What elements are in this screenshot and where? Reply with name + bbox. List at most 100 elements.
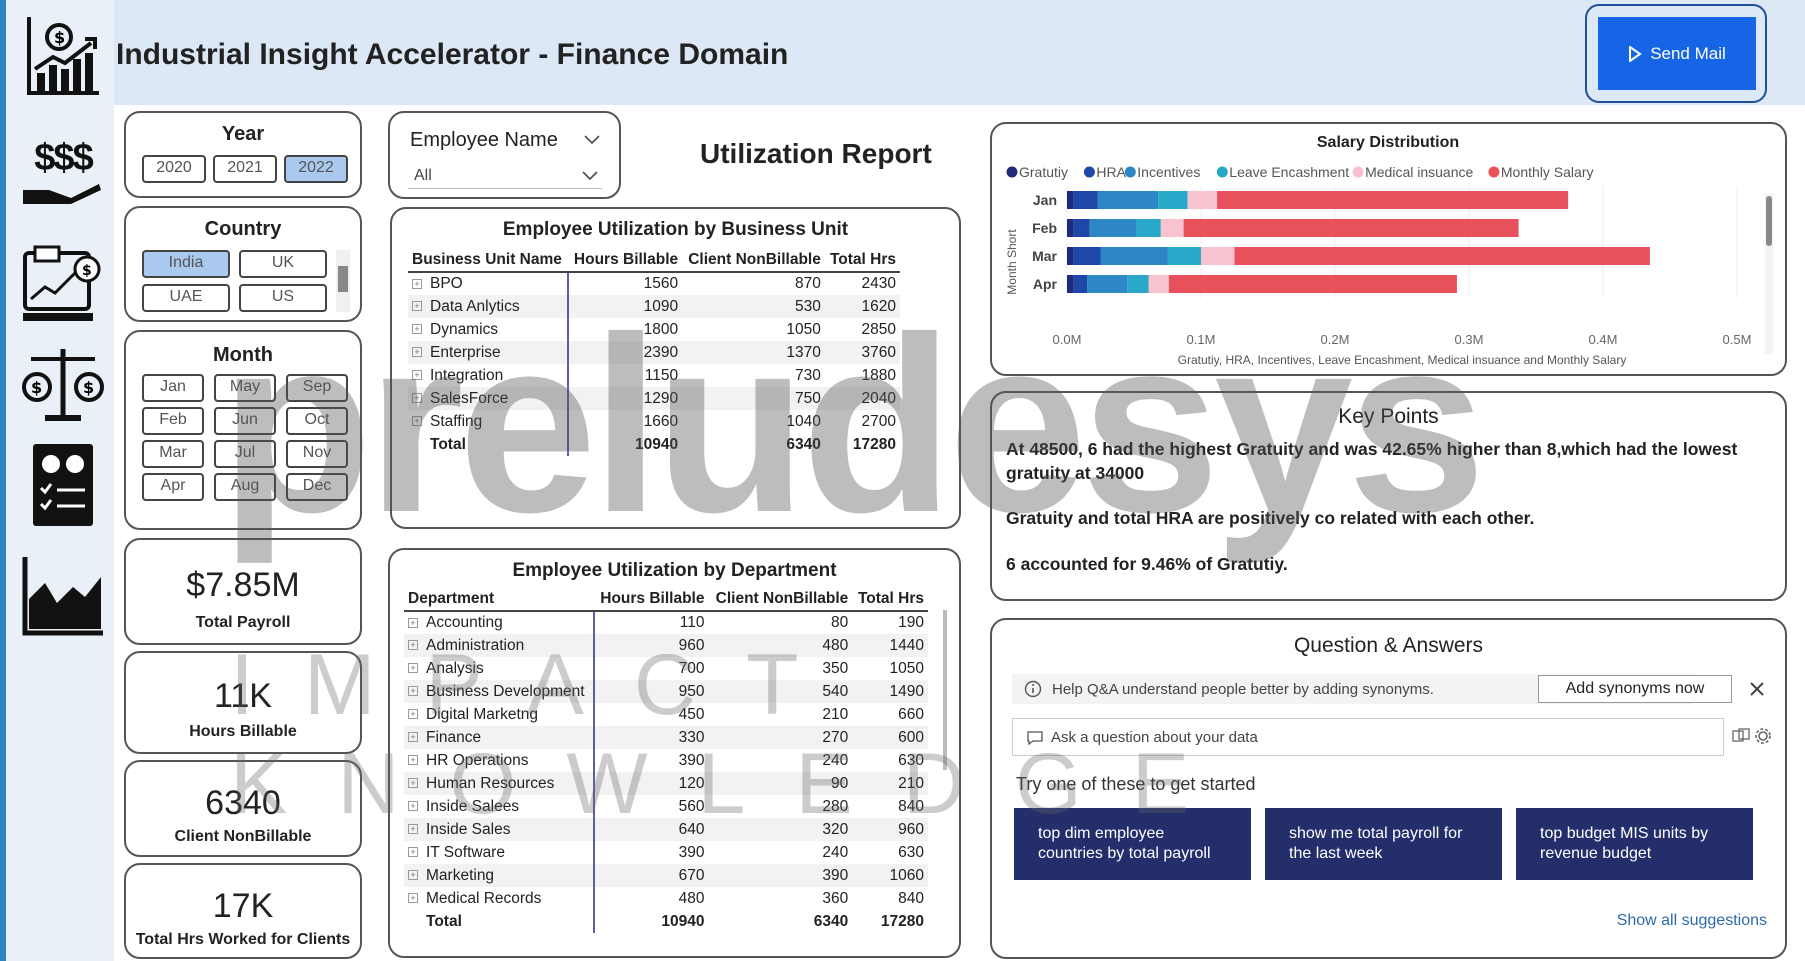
expand-icon[interactable]: + [412, 370, 422, 381]
table-row[interactable]: + Business Development 950 540 1490 [404, 680, 928, 703]
expand-icon[interactable]: + [408, 709, 418, 720]
table-row[interactable]: + Staffing 1660 1040 2700 [408, 410, 900, 433]
month-option-feb[interactable]: Feb [142, 407, 204, 435]
month-option-jan[interactable]: Jan [142, 374, 204, 402]
col-header[interactable]: Hours Billable [593, 588, 709, 612]
month-option-apr[interactable]: Apr [142, 473, 204, 501]
table-row[interactable]: + Administration 960 480 1440 [404, 634, 928, 657]
expand-icon[interactable]: + [412, 278, 422, 289]
expand-icon[interactable]: + [408, 778, 418, 789]
month-option-aug[interactable]: Aug [214, 473, 276, 501]
country-option-uk[interactable]: UK [239, 250, 327, 278]
col-header[interactable]: Total Hrs [824, 249, 900, 273]
table-row[interactable]: + Human Resources 120 90 210 [404, 772, 928, 795]
report-screen-icon[interactable]: $ [18, 240, 108, 330]
country-option-india[interactable]: India [142, 250, 230, 278]
close-icon[interactable] [1749, 681, 1765, 697]
expand-icon[interactable]: + [412, 393, 422, 404]
expand-icon[interactable]: + [408, 663, 418, 674]
table-row[interactable]: + Inside Sales 640 320 960 [404, 818, 928, 841]
expand-icon[interactable]: + [412, 416, 422, 427]
finance-chart-icon[interactable]: $ [18, 8, 108, 98]
col-header[interactable]: Business Unit Name [408, 249, 569, 273]
expand-icon[interactable]: + [412, 347, 422, 358]
bar-segment [1073, 275, 1088, 293]
row-label-cell: + BPO [408, 272, 570, 295]
employee-name-select[interactable]: All [408, 163, 602, 189]
table-row[interactable]: + Finance 330 270 600 [404, 726, 928, 749]
balance-scale-icon[interactable]: $ $ [18, 338, 108, 428]
bar-segment [1073, 219, 1090, 237]
total-label: Total [408, 433, 570, 456]
chat-icon [1027, 731, 1043, 745]
qa-suggestion-1[interactable]: top dim employee countries by total payr… [1014, 808, 1251, 880]
month-option-jun[interactable]: Jun [214, 407, 276, 435]
dept-scrollbar[interactable] [940, 594, 950, 942]
expand-icon[interactable]: + [408, 732, 418, 743]
money-hand-icon[interactable]: $$$ [18, 128, 108, 218]
expand-icon[interactable]: + [408, 617, 418, 628]
table-row[interactable]: + Integration 1150 730 1880 [408, 364, 900, 387]
table-row[interactable]: + HR Operations 390 240 630 [404, 749, 928, 772]
year-option-2021[interactable]: 2021 [213, 155, 277, 183]
bar-segment [1067, 219, 1074, 237]
month-option-jul[interactable]: Jul [214, 440, 276, 468]
month-option-may[interactable]: May [214, 374, 276, 402]
country-option-us[interactable]: US [239, 284, 327, 312]
month-option-mar[interactable]: Mar [142, 440, 204, 468]
table-row[interactable]: + Accounting 110 80 190 [404, 611, 928, 634]
col-header[interactable]: Client NonBillable [708, 588, 853, 612]
expand-icon[interactable]: + [408, 893, 418, 904]
expand-icon[interactable]: + [408, 870, 418, 881]
table-row[interactable]: + Enterprise 2390 1370 3760 [408, 341, 900, 364]
col-header[interactable]: Hours Billable [568, 249, 683, 273]
kpi-hours-billable: 11K Hours Billable [124, 651, 362, 754]
table-row[interactable]: + Digital Marketng 450 210 660 [404, 703, 928, 726]
qa-suggestion-2[interactable]: show me total payroll for the last week [1265, 808, 1502, 880]
expand-icon[interactable]: + [408, 824, 418, 835]
show-all-suggestions-link[interactable]: Show all suggestions [1617, 912, 1767, 930]
value-cell: 240 [822, 751, 849, 769]
table-row[interactable]: + IT Software 390 240 630 [404, 841, 928, 864]
expand-icon[interactable]: + [412, 324, 422, 335]
gear-icon[interactable] [1754, 727, 1772, 745]
row-label-cell: + Enterprise [408, 341, 570, 364]
table-row[interactable]: + Medical Records 480 360 840 [404, 887, 928, 910]
area-chart-icon[interactable] [18, 550, 108, 640]
expand-icon[interactable]: + [408, 801, 418, 812]
year-option-2022[interactable]: 2022 [284, 155, 348, 183]
chevron-down-icon[interactable] [584, 135, 600, 145]
year-option-2020[interactable]: 2020 [142, 155, 206, 183]
turn-into-visual-icon[interactable] [1732, 728, 1750, 744]
table-row[interactable]: + Data Anlytics 1090 530 1620 [408, 295, 900, 318]
expand-icon[interactable]: + [408, 755, 418, 766]
col-header[interactable]: Client NonBillable [682, 249, 825, 273]
expand-icon[interactable]: + [412, 301, 422, 312]
row-label-cell: + Analysis [404, 657, 595, 680]
qa-question-input[interactable]: Ask a question about your data [1012, 718, 1724, 756]
table-row[interactable]: + BPO 1560 870 2430 [408, 272, 900, 295]
value-cell: 1620 [824, 295, 900, 318]
value-cell: 350 [822, 659, 849, 677]
qa-suggestion-3[interactable]: top budget MIS units by revenue budget [1516, 808, 1753, 880]
table-row[interactable]: + SalesForce 1290 750 2040 [408, 387, 900, 410]
month-option-sep[interactable]: Sep [286, 374, 348, 402]
checklist-report-icon[interactable] [18, 440, 108, 530]
table-row[interactable]: + Analysis 700 350 1050 [404, 657, 928, 680]
country-scrollbar[interactable] [336, 250, 350, 312]
row-label-cell: + Inside Salees [404, 795, 595, 818]
col-header[interactable]: Department [404, 588, 594, 612]
month-option-nov[interactable]: Nov [286, 440, 348, 468]
expand-icon[interactable]: + [408, 847, 418, 858]
add-synonyms-button[interactable]: Add synonyms now [1538, 675, 1732, 703]
expand-icon[interactable]: + [408, 686, 418, 697]
send-mail-button[interactable]: Send Mail [1598, 17, 1756, 90]
col-header[interactable]: Total Hrs [852, 588, 928, 612]
expand-icon[interactable]: + [408, 640, 418, 651]
table-row[interactable]: + Marketing 670 390 1060 [404, 864, 928, 887]
table-row[interactable]: + Dynamics 1800 1050 2850 [408, 318, 900, 341]
country-option-uae[interactable]: UAE [142, 284, 230, 312]
month-option-oct[interactable]: Oct [286, 407, 348, 435]
month-option-dec[interactable]: Dec [286, 473, 348, 501]
table-row[interactable]: + Inside Salees 560 280 840 [404, 795, 928, 818]
